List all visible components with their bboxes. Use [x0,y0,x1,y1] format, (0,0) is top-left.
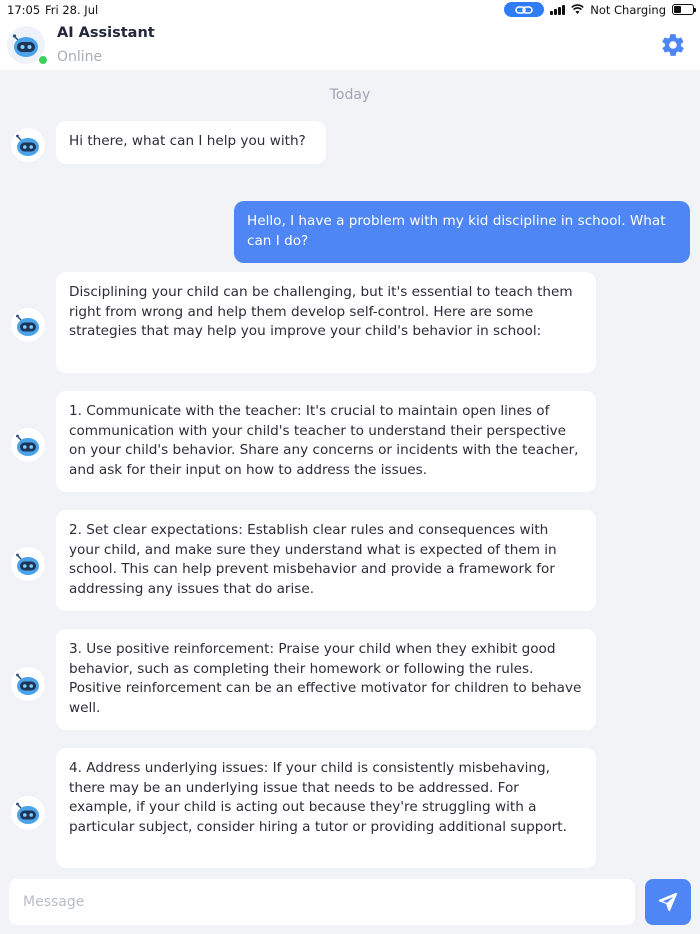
assistant-avatar[interactable] [6,25,48,65]
robot-avatar-icon [11,547,45,581]
status-bar: 17:05 Fri 28. Jul Not Charging [0,0,700,20]
bot-message-bubble: Hi there, what can I help you with? [56,121,326,164]
send-icon [658,892,678,912]
message-input[interactable] [9,879,635,925]
bot-message-bubble: 3. Use positive reinforcement: Praise yo… [56,629,596,730]
status-date: Fri 28. Jul [45,3,99,17]
robot-avatar-icon [11,308,45,342]
chat-header: AI Assistant Online [0,20,700,70]
wifi-icon [571,4,584,14]
settings-button[interactable] [660,32,686,58]
bot-message-bubble: 1. Communicate with the teacher: It's cr… [56,391,596,492]
user-message-bubble: Hello, I have a problem with my kid disc… [234,201,690,263]
chat-title: AI Assistant [57,25,155,41]
chat-status: Online [57,49,103,65]
day-divider: Today [329,87,371,103]
battery-status-text: Not Charging [590,2,666,17]
status-indicators: Not Charging [504,2,696,17]
robot-avatar-icon [11,428,45,462]
bot-message-bubble: Disciplining your child can be challengi… [56,272,596,373]
robot-avatar-icon [11,128,45,162]
robot-avatar-icon [11,667,45,701]
bot-message-bubble: 2. Set clear expectations: Establish cle… [56,510,596,611]
robot-avatar-icon [11,796,45,830]
message-composer [0,874,700,934]
battery-icon [672,4,696,15]
link-icon [504,2,545,17]
online-indicator [38,55,48,65]
status-time: 17:05 [7,3,41,17]
send-button[interactable] [645,879,691,925]
gear-icon [662,34,684,56]
signal-icon [550,4,566,15]
message-list[interactable]: Today Hi there, what can I help you with… [0,70,700,874]
bot-message-bubble: 4. Address underlying issues: If your ch… [56,748,596,868]
